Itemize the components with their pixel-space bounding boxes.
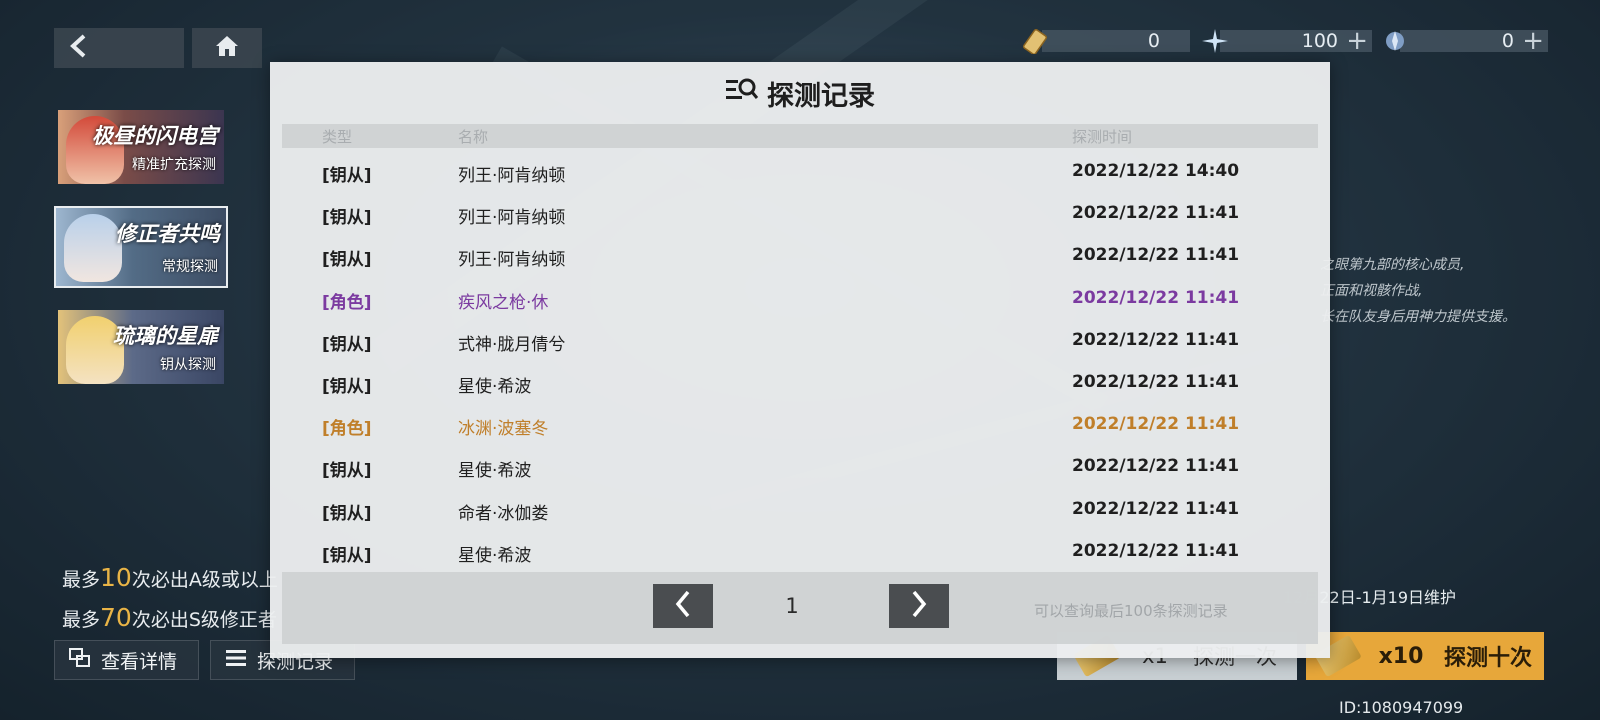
row-time: 2022/12/22 14:40 (1072, 161, 1240, 181)
dialog-title-text: 探测记录 (767, 80, 875, 112)
banner-title: 修正者共鸣 (115, 222, 220, 246)
record-limit-hint: 可以查询最后100条探测记录 (1034, 602, 1228, 620)
prev-page-button[interactable] (653, 584, 713, 628)
chevron-right-icon (910, 590, 928, 622)
currency-ticket: 0 (1022, 28, 1190, 55)
table-row: [钥从] 列王·阿肯纳顿 2022/12/22 11:41 (282, 192, 1318, 234)
row-time: 2022/12/22 11:41 (1072, 287, 1240, 308)
header-name: 名称 (458, 128, 489, 146)
table-row: [钥从] 星使·希波 2022/12/22 11:41 (282, 361, 1318, 403)
page-number: 1 (785, 594, 799, 618)
character-desc-line2: 正面和视骸作战, (1320, 283, 1423, 299)
add-gem-button[interactable]: + (1522, 26, 1544, 56)
pagination-bar: 1 可以查询最后100条探测记录 (282, 572, 1318, 644)
back-button[interactable] (54, 28, 184, 68)
banner-title: 琉璃的星扉 (113, 324, 218, 348)
view-details-label: 查看详情 (101, 650, 178, 673)
ticket-count: 0 (1147, 30, 1160, 52)
dialog-title: 探测记录 (270, 76, 1330, 112)
banner-subtitle: 精准扩充探测 (132, 157, 216, 173)
view-details-button[interactable]: 查看详情 (54, 640, 199, 680)
row-type: [钥从] (322, 166, 372, 186)
row-type: [角色] (322, 419, 372, 440)
row-name: 列王·阿肯纳顿 (458, 166, 566, 186)
draw-ten-button[interactable]: x10 探测十次 (1306, 632, 1544, 680)
add-crystal-button[interactable]: + (1346, 26, 1368, 56)
banner-precision-probe[interactable]: 极昼的闪电宫 精准扩充探测 (56, 108, 226, 186)
row-type: [钥从] (322, 250, 372, 271)
row-type: [钥从] (322, 461, 372, 482)
pity-rule-a: 最多10次必出A级或以上 (62, 563, 278, 592)
table-row: [钥从] 列王·阿肯纳顿 2022/12/22 11:41 (282, 234, 1318, 276)
row-name: 命者·冰伽娄 (458, 503, 549, 524)
header-type: 类型 (322, 128, 353, 146)
banner-subtitle: 钥从探测 (160, 357, 216, 373)
row-time: 2022/12/22 11:41 (1072, 414, 1240, 435)
gem-icon (1380, 28, 1410, 54)
row-type: [钥从] (322, 376, 372, 397)
table-row: [钥从] 星使·希波 2022/12/22 11:41 (282, 530, 1318, 572)
back-arrow-icon (68, 34, 90, 62)
row-name: 列王·阿肯纳顿 (458, 250, 566, 271)
crystal-icon (1200, 28, 1230, 54)
currency-crystal: 100 + (1200, 26, 1372, 56)
table-row: [钥从] 命者·冰伽娄 2022/12/22 11:41 (282, 488, 1318, 530)
header-time: 探测时间 (1072, 128, 1133, 146)
banner-regular-probe[interactable]: 修正者共鸣 常规探测 (54, 206, 228, 288)
crystal-count: 100 (1301, 30, 1338, 52)
table-row: [角色] 疾风之枪·休 2022/12/22 11:41 (282, 277, 1318, 319)
next-page-button[interactable] (889, 584, 949, 628)
row-type: [钥从] (322, 503, 372, 524)
row-time: 2022/12/22 11:41 (1072, 371, 1240, 392)
details-icon (69, 647, 91, 673)
row-name: 冰渊·波塞冬 (458, 419, 549, 440)
row-name: 疾风之枪·休 (458, 292, 549, 313)
row-type: [角色] (322, 292, 372, 313)
draw-ten-count: x10 (1378, 643, 1424, 669)
ticket-icon (1022, 28, 1052, 55)
user-id: ID:1080947099 (1339, 698, 1464, 717)
record-search-icon (725, 77, 759, 110)
home-button[interactable] (192, 28, 262, 68)
row-time: 2022/12/22 11:41 (1072, 540, 1240, 561)
row-name: 星使·希波 (458, 461, 532, 482)
pity-rule-s: 最多70次必出S级修正者 (62, 603, 277, 632)
draw-ten-label: 探测十次 (1443, 646, 1532, 671)
gem-count: 0 (1501, 30, 1514, 52)
row-name: 列王·阿肯纳顿 (458, 208, 566, 229)
list-icon (225, 648, 247, 673)
table-row: [钥从] 式神·胧月倩兮 2022/12/22 11:41 (282, 319, 1318, 361)
banner-title: 极昼的闪电宫 (92, 124, 218, 148)
currency-gem: 0 + (1380, 26, 1548, 56)
banner-key-probe[interactable]: 琉璃的星扉 钥从探测 (56, 308, 226, 386)
chevron-left-icon (674, 590, 692, 622)
row-type: [钥从] (322, 334, 372, 355)
probe-record-dialog: 探测记录 类型 名称 探测时间 [钥从] 列王·阿肯纳顿 2022/12/22 14… (270, 62, 1330, 658)
record-list: [钥从] 列王·阿肯纳顿 2022/12/22 14:40 [钥从] 列王·阿肯纳顿 20… (282, 150, 1318, 572)
character-portrait (64, 214, 122, 282)
character-desc-line3: 长在队友身后用神力提供支援。 (1320, 309, 1516, 325)
row-time: 2022/12/22 11:41 (1072, 456, 1240, 477)
row-time: 2022/12/22 11:41 (1072, 203, 1240, 224)
banner-subtitle: 常规探测 (162, 259, 218, 275)
table-row: [钥从] 星使·希波 2022/12/22 11:41 (282, 445, 1318, 487)
row-time: 2022/12/22 11:41 (1072, 329, 1240, 350)
row-name: 星使·希波 (458, 376, 532, 397)
table-header: 类型 名称 探测时间 (282, 124, 1318, 148)
row-name: 星使·希波 (458, 545, 532, 566)
row-type: [钥从] (322, 208, 372, 229)
row-type: [钥从] (322, 545, 372, 566)
row-name: 式神·胧月倩兮 (458, 334, 566, 355)
character-desc-line1: 之眼第九部的核心成员, (1320, 257, 1465, 273)
row-time: 2022/12/22 11:41 (1072, 498, 1240, 519)
table-row: [钥从] 列王·阿肯纳顿 2022/12/22 14:40 (282, 150, 1318, 192)
table-row: [角色] 冰渊·波塞冬 2022/12/22 11:41 (282, 403, 1318, 445)
row-time: 2022/12/22 11:41 (1072, 245, 1240, 266)
home-icon (214, 34, 240, 62)
